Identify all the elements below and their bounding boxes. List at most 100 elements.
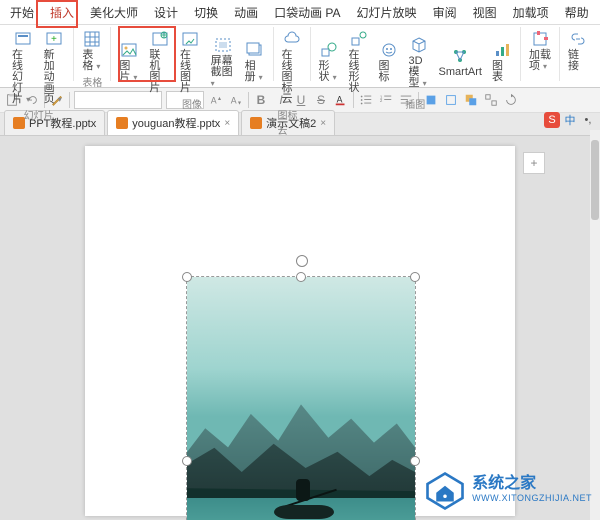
resize-handle-tr[interactable]: [410, 272, 420, 282]
watermark-logo-icon: [424, 470, 466, 512]
doc-tab-1[interactable]: youguan教程.pptx ×: [107, 110, 239, 135]
ribbon-group-0: 在线幻灯片 ▾+新加动画页 ▾幻灯片: [4, 27, 74, 81]
add-placeholder-button[interactable]: +: [523, 152, 545, 174]
ribbon-group-label: 图像: [182, 96, 202, 111]
ribbon-btn-label: 联机图片: [149, 50, 170, 94]
ribbon-btn-album[interactable]: 相册 ▾: [241, 27, 269, 96]
svg-text:A: A: [231, 96, 237, 106]
link-icon: [568, 29, 588, 49]
icons-icon: [379, 40, 399, 60]
resize-handle-mr[interactable]: [410, 456, 420, 466]
ribbon-btn-addin[interactable]: 加载项 ▾: [525, 27, 555, 74]
ribbon-btn-chart[interactable]: 图表: [488, 27, 516, 96]
screenshot-icon: [213, 35, 233, 55]
svg-text:▲: ▲: [217, 96, 222, 102]
ribbon-btn-label: 相册 ▾: [245, 61, 265, 83]
menu-item-2[interactable]: 美化大师: [84, 1, 144, 24]
menu-item-11[interactable]: 帮助: [559, 1, 595, 24]
ribbon-group-3: 在线图标云图标云: [274, 27, 311, 81]
ribbon-group-label: 幻灯片: [24, 107, 54, 122]
presentation-icon: [250, 117, 262, 129]
watermark: 系统之家 WWW.XITONGZHIJIA.NET: [424, 470, 592, 512]
ribbon-btn-label: 加载项 ▾: [529, 50, 551, 72]
doc-tab-label: youguan教程.pptx: [132, 115, 220, 131]
ribbon-btn-onlinepic2[interactable]: 在线图片: [176, 27, 205, 96]
resize-handle-ml[interactable]: [182, 456, 192, 466]
ribbon-btn-icons[interactable]: 图标: [375, 27, 403, 96]
smartart-icon: [450, 46, 470, 66]
ribbon-btn-label: 屏幕截图 ▾: [211, 56, 235, 89]
menu-item-6[interactable]: 口袋动画 PA: [268, 1, 346, 24]
ribbon-group-label: 图标云: [278, 107, 306, 137]
ribbon-btn-smartart[interactable]: SmartArt: [435, 27, 486, 96]
ribbon-btn-label: 在线图标云: [282, 50, 302, 105]
presentation-icon: [116, 117, 128, 129]
ribbon-btn-onlineshapes[interactable]: 在线形状: [345, 27, 373, 96]
rotate-handle[interactable]: [296, 255, 308, 267]
svg-text:+: +: [51, 34, 57, 45]
ribbon-btn-label: 在线图片: [180, 50, 201, 94]
menu-bar: 开始插入美化大师设计切换动画口袋动画 PA幻灯片放映审阅视图加载项帮助特色功能O…: [0, 0, 600, 25]
svg-text:2: 2: [380, 98, 383, 103]
menu-item-3[interactable]: 设计: [148, 1, 184, 24]
menu-item-9[interactable]: 视图: [467, 1, 503, 24]
resize-handle-tm[interactable]: [296, 272, 306, 282]
selected-image[interactable]: [186, 276, 416, 520]
onlinepic2-icon: [180, 29, 200, 49]
ribbon-btn-label: SmartArt: [439, 67, 482, 78]
ime-sogou-icon[interactable]: S: [544, 112, 560, 128]
onlineshapes-icon: [349, 29, 369, 49]
close-icon[interactable]: ×: [224, 118, 230, 129]
close-icon[interactable]: ×: [320, 118, 326, 129]
menu-item-1[interactable]: 插入: [44, 1, 80, 24]
ribbon-btn-shapes[interactable]: 形状 ▾: [315, 27, 343, 96]
ribbon-group-label: 表格: [82, 74, 102, 89]
ime-punct-icon[interactable]: •,: [580, 112, 596, 128]
scroll-thumb[interactable]: [591, 140, 599, 220]
menu-item-5[interactable]: 动画: [228, 1, 264, 24]
ribbon-btn-picture[interactable]: 图片 ▾: [115, 27, 143, 96]
ribbon-btn-slide[interactable]: 在线幻灯片 ▾: [8, 27, 38, 107]
photo-content: [187, 277, 415, 520]
svg-text:▼: ▼: [237, 100, 242, 106]
doc-tab-0[interactable]: PPT教程.pptx: [4, 110, 105, 135]
table-icon: [82, 29, 102, 49]
ribbon: 在线幻灯片 ▾+新加动画页 ▾幻灯片表格 ▾表格图片 ▾联机图片在线图片屏幕截图…: [0, 25, 600, 88]
ribbon-group-5: 加载项 ▾: [521, 27, 560, 81]
picture-icon: [119, 40, 139, 60]
ribbon-btn-label: 在线形状: [349, 50, 369, 94]
svg-text:A: A: [337, 95, 343, 105]
menu-item-7[interactable]: 幻灯片放映: [351, 1, 423, 24]
ribbon-group-2: 图片 ▾联机图片在线图片屏幕截图 ▾相册 ▾图像: [111, 27, 273, 81]
slide-canvas[interactable]: +: [0, 136, 600, 520]
ribbon-btn-label: 图片 ▾: [119, 61, 139, 83]
ribbon-btn-newslide[interactable]: + 新加动画页 ▾: [40, 27, 70, 107]
vertical-scrollbar[interactable]: [590, 130, 600, 520]
ribbon-btn-iconcloud[interactable]: 在线图标云: [278, 27, 306, 107]
ribbon-btn-link[interactable]: 链接: [564, 27, 592, 74]
menu-item-0[interactable]: 开始: [4, 1, 40, 24]
watermark-url: WWW.XITONGZHIJIA.NET: [472, 491, 592, 505]
ime-lang-icon[interactable]: 中: [562, 112, 578, 128]
ribbon-btn-table[interactable]: 表格 ▾: [78, 27, 106, 74]
ribbon-btn-label: 新加动画页 ▾: [44, 50, 66, 105]
ribbon-btn-screenshot[interactable]: 屏幕截图 ▾: [207, 27, 239, 96]
ribbon-group-6: 链接: [560, 27, 596, 81]
onlinepic-icon: [150, 29, 170, 49]
ribbon-btn-label: 3D 模型 ▾: [409, 56, 429, 89]
menu-item-4[interactable]: 切换: [188, 1, 224, 24]
resize-handle-tl[interactable]: [182, 272, 192, 282]
album-icon: [245, 40, 265, 60]
shapes-icon: [319, 40, 339, 60]
ribbon-btn-label: 图标: [379, 61, 399, 83]
ribbon-btn-label: 在线幻灯片 ▾: [12, 50, 34, 105]
addin-icon: [530, 29, 550, 49]
ribbon-btn-label: 图表: [492, 61, 512, 83]
menu-item-8[interactable]: 审阅: [427, 1, 463, 24]
chart-icon: [492, 40, 512, 60]
ribbon-btn-onlinepic[interactable]: 联机图片: [145, 27, 174, 96]
ribbon-btn-3d[interactable]: 3D 模型 ▾: [405, 27, 433, 96]
menu-item-10[interactable]: 加载项: [507, 1, 555, 24]
ribbon-btn-label: 形状 ▾: [319, 61, 339, 83]
ime-indicator: S 中 •,: [544, 112, 596, 128]
